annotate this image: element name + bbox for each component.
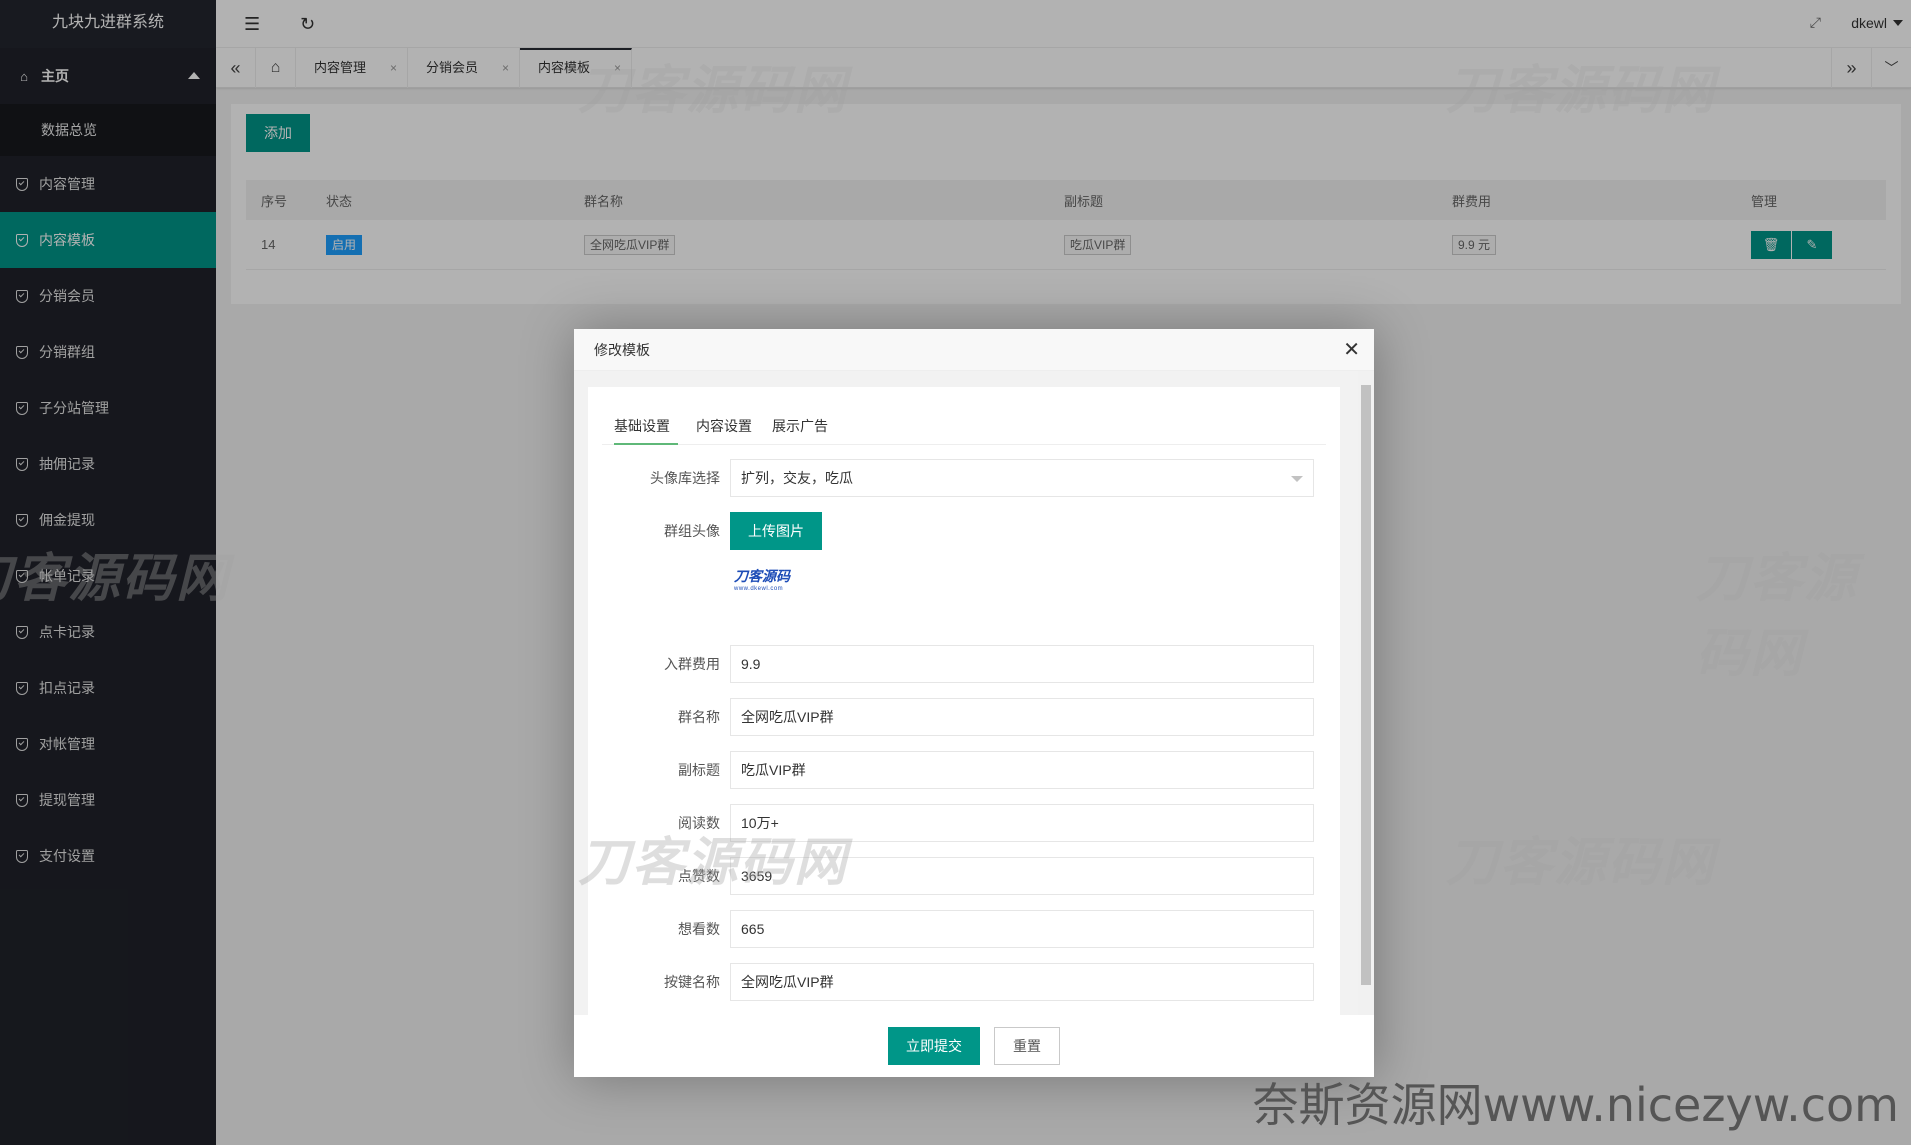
dialog-footer: 立即提交 重置	[574, 1015, 1374, 1077]
button-name-input[interactable]: 全网吃瓜VIP群	[730, 963, 1314, 1001]
scrollbar-thumb[interactable]	[1361, 385, 1371, 985]
field-label: 阅读数	[678, 815, 720, 831]
field-label: 头像库选择	[650, 470, 720, 486]
field-label: 副标题	[678, 762, 720, 778]
upload-image-button[interactable]: 上传图片	[730, 512, 822, 550]
wants-row: 想看数 665	[588, 910, 1340, 948]
button-name-row: 按键名称 全网吃瓜VIP群	[588, 963, 1340, 1001]
field-label: 想看数	[678, 921, 720, 937]
dialog-body: 基础设置 内容设置 展示广告 头像库选择 扩列，交友，吃瓜 群组头像 上传图片 …	[574, 371, 1374, 1015]
tab-basic-settings[interactable]: 基础设置	[614, 413, 678, 445]
field-label: 按键名称	[664, 974, 720, 990]
name-row: 群名称 全网吃瓜VIP群	[588, 698, 1340, 736]
wants-input[interactable]: 665	[730, 910, 1314, 948]
tab-content-settings[interactable]: 内容设置	[696, 413, 752, 445]
tab-ad-settings[interactable]: 展示广告	[772, 413, 828, 445]
dialog-form: 基础设置 内容设置 展示广告 头像库选择 扩列，交友，吃瓜 群组头像 上传图片 …	[588, 387, 1340, 1015]
preview-url: www.dkewl.com	[734, 586, 784, 592]
dialog-title: 修改模板 ✕	[574, 329, 1374, 371]
dialog-tabs: 基础设置 内容设置 展示广告	[602, 413, 1326, 445]
dialog-title-text: 修改模板	[594, 342, 650, 358]
submit-button[interactable]: 立即提交	[888, 1027, 980, 1065]
reset-button[interactable]: 重置	[994, 1027, 1060, 1065]
reads-input[interactable]: 10万+	[730, 804, 1314, 842]
dropdown-arrow-icon	[1291, 476, 1303, 482]
field-label: 群名称	[678, 709, 720, 725]
group-avatar-row: 群组头像 上传图片	[588, 512, 1340, 550]
subtitle-row: 副标题 吃瓜VIP群	[588, 751, 1340, 789]
edit-template-dialog: 修改模板 ✕ 基础设置 内容设置 展示广告 头像库选择 扩列，交友，吃瓜 群组头…	[574, 329, 1374, 1077]
group-name-input[interactable]: 全网吃瓜VIP群	[730, 698, 1314, 736]
dialog-scrollbar[interactable]	[1358, 371, 1374, 1015]
likes-row: 点赞数 3659	[588, 857, 1340, 895]
field-label: 入群费用	[664, 656, 720, 672]
avatar-lib-select[interactable]: 扩列，交友，吃瓜	[730, 459, 1314, 497]
fee-row: 入群费用 9.9	[588, 645, 1340, 683]
close-icon[interactable]: ✕	[1343, 329, 1360, 371]
fee-input[interactable]: 9.9	[730, 645, 1314, 683]
likes-input[interactable]: 3659	[730, 857, 1314, 895]
preview-logo: 刀客源码	[734, 568, 790, 584]
avatar-preview-image: 刀客源码 www.dkewl.com	[730, 556, 822, 602]
avatar-lib-row: 头像库选择 扩列，交友，吃瓜	[588, 459, 1340, 497]
field-label: 点赞数	[678, 868, 720, 884]
field-label: 群组头像	[664, 523, 720, 539]
reads-row: 阅读数 10万+	[588, 804, 1340, 842]
select-value: 扩列，交友，吃瓜	[741, 470, 853, 486]
subtitle-input[interactable]: 吃瓜VIP群	[730, 751, 1314, 789]
